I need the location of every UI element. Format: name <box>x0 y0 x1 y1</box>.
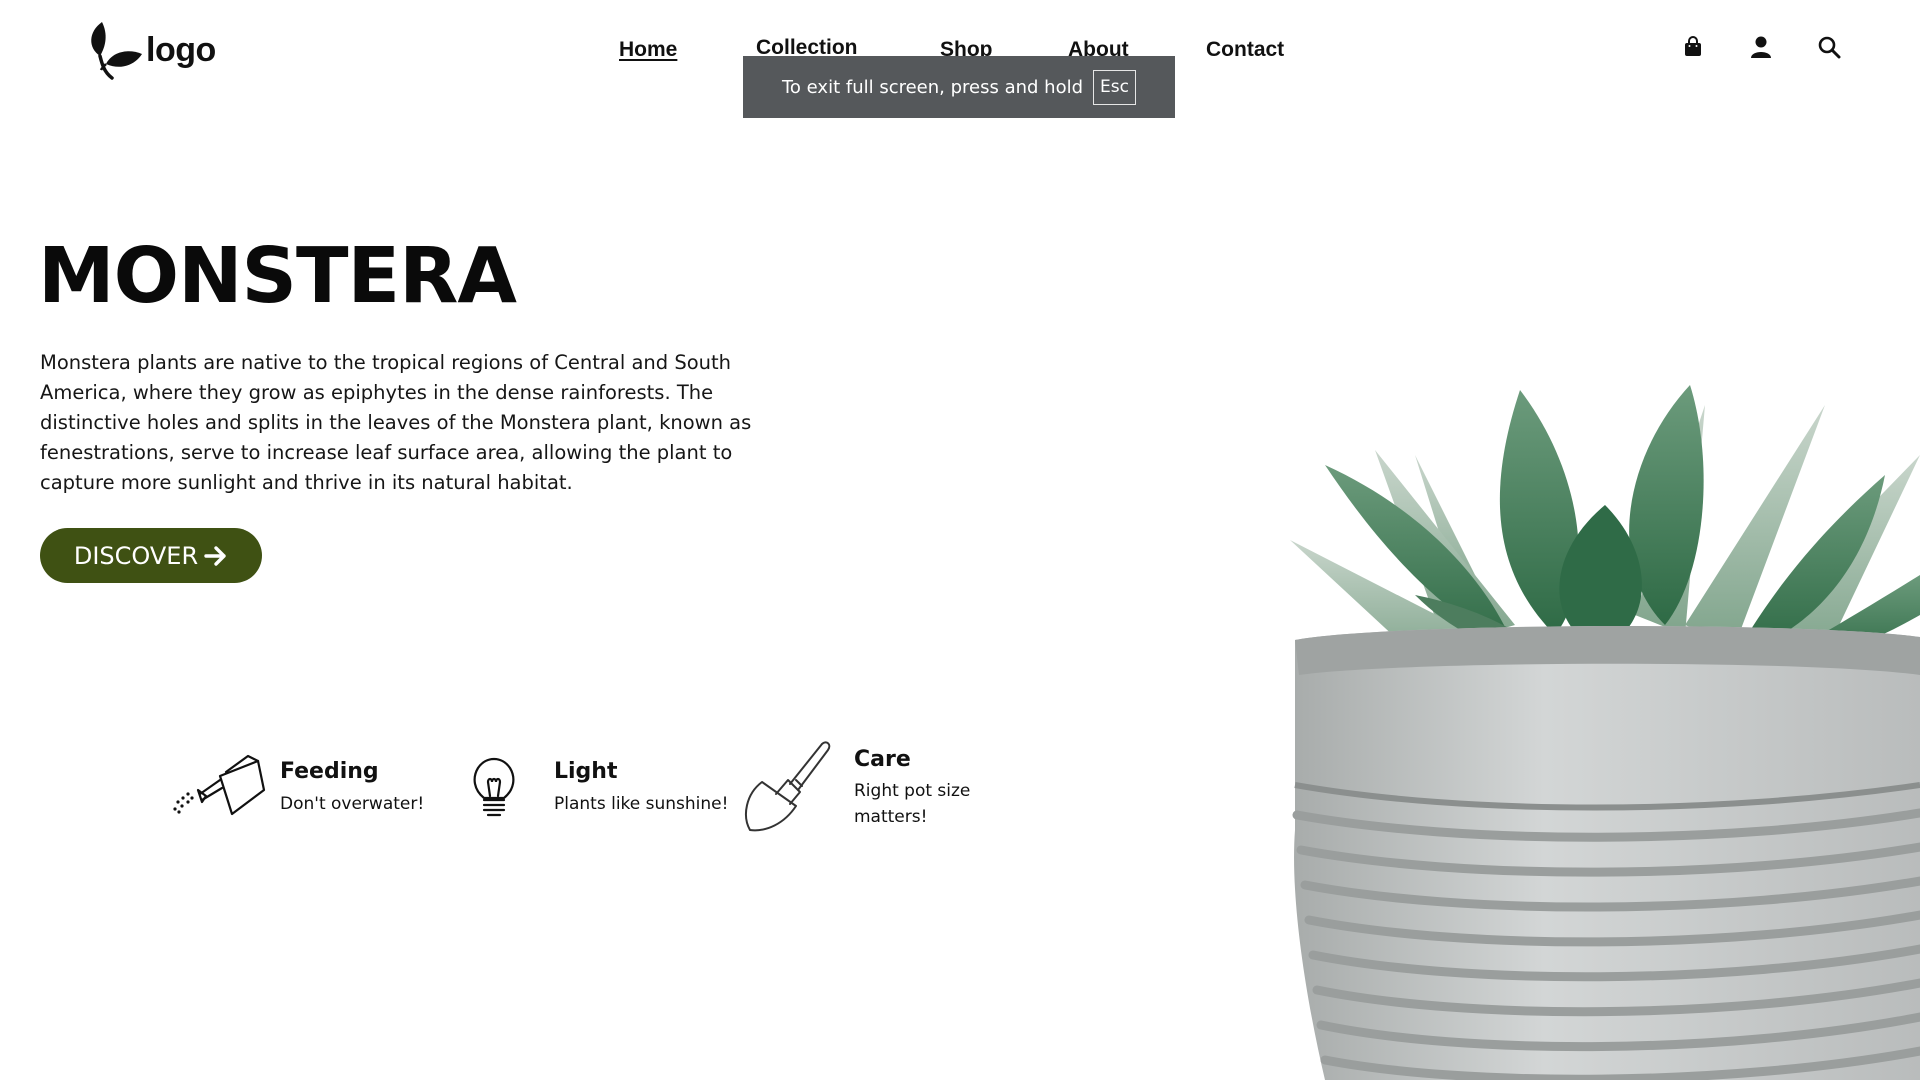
shopping-bag-icon[interactable] <box>1676 30 1710 64</box>
succulent-pot-image <box>1290 385 1920 1080</box>
leaf-logo-icon <box>91 22 142 80</box>
discover-button-label: DISCOVER <box>73 541 199 570</box>
arrow-right-icon <box>204 545 226 566</box>
fullscreen-notice-text: To exit full screen, press and hold <box>782 76 1084 98</box>
esc-key-badge: Esc <box>1093 69 1136 105</box>
hero-description: Monstera plants are native to the tropic… <box>40 351 752 494</box>
nav-home[interactable]: Home <box>619 38 677 62</box>
fullscreen-exit-notice: To exit full screen, press and hold Esc <box>743 56 1175 118</box>
nav-contact[interactable]: Contact <box>1206 38 1284 62</box>
feature-title: Light <box>554 759 618 784</box>
discover-button[interactable]: DISCOVER <box>40 528 262 583</box>
feature-desc: Don't overwater! <box>280 794 425 814</box>
search-icon[interactable] <box>1812 30 1846 64</box>
hero-title: MONSTERA <box>38 232 517 321</box>
light-bulb-icon <box>473 757 515 817</box>
logo[interactable]: logo <box>84 18 216 82</box>
user-icon[interactable] <box>1744 30 1778 64</box>
feature-title: Feeding <box>280 759 379 784</box>
feature-desc: Right pot size matters! <box>854 781 971 827</box>
trowel-icon <box>745 741 831 832</box>
feature-title: Care <box>854 747 911 772</box>
feature-desc: Plants like sunshine! <box>554 794 729 814</box>
watering-can-icon <box>173 754 266 816</box>
logo-text: logo <box>146 30 216 69</box>
